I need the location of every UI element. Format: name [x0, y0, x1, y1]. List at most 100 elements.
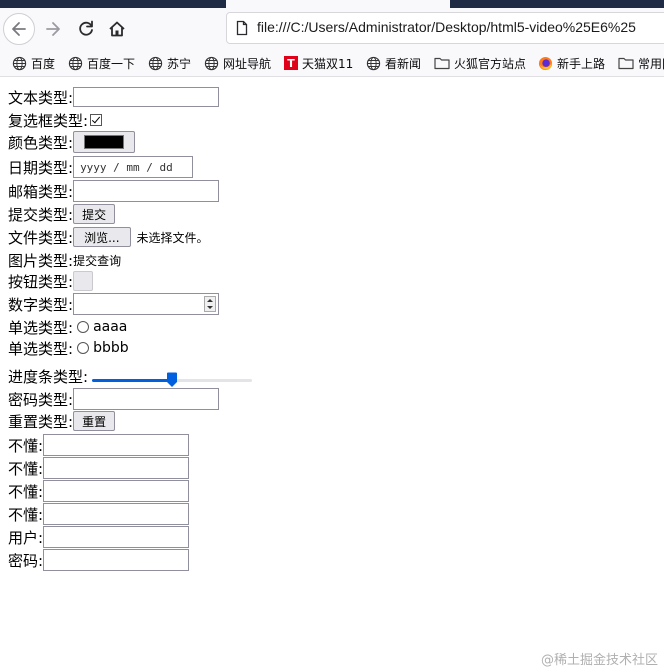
radio-label: 单选类型:: [8, 339, 74, 358]
watermark: @稀土掘金技术社区: [540, 653, 658, 668]
unknown-input-3[interactable]: [43, 480, 190, 502]
radio-aaaa[interactable]: [77, 321, 90, 333]
globe-icon: [12, 56, 27, 70]
user-label: 用户:: [8, 528, 44, 547]
radio-label: 单选类型:: [8, 318, 74, 337]
folder-icon: [618, 57, 634, 70]
email-input[interactable]: [73, 180, 220, 202]
radio-text: bbbb: [93, 340, 129, 356]
password-input[interactable]: [73, 388, 220, 410]
forward-arrow-icon: [46, 22, 60, 36]
unknown-label: 不懂:: [8, 459, 44, 478]
globe-icon: [366, 56, 381, 70]
number-row: 数字类型:: [8, 293, 220, 315]
user-input[interactable]: [43, 526, 190, 548]
checkbox-label: 复选框类型:: [8, 111, 89, 130]
extra-row-3: 不懂:: [8, 480, 190, 502]
page-icon: [236, 20, 248, 36]
text-input[interactable]: [73, 87, 220, 107]
range-row: 进度条类型:: [8, 365, 253, 388]
file-status: 未选择文件。: [136, 230, 209, 245]
second-password-input[interactable]: [43, 549, 190, 571]
button-row: 按钮类型:: [8, 270, 94, 292]
extra-row-1: 不懂:: [8, 434, 190, 456]
bookmark-getting-started[interactable]: 新手上路: [538, 54, 605, 72]
url-text: file:///C:/Users/Administrator/Desktop/h…: [257, 19, 636, 35]
file-row: 文件类型: 浏览... 未选择文件。: [8, 226, 209, 248]
bookmark-label: 百度一下: [87, 56, 136, 71]
radio-bbbb[interactable]: [77, 342, 90, 354]
reload-icon: [79, 20, 93, 36]
active-tab[interactable]: [226, 0, 450, 8]
radio-row-1: 单选类型: aaaa: [8, 316, 127, 338]
email-label: 邮箱类型:: [8, 182, 74, 201]
bookmark-news[interactable]: 看新闻: [366, 54, 421, 72]
number-input[interactable]: [73, 293, 220, 315]
back-arrow-icon: [12, 22, 26, 36]
bookmark-label: 网址导航: [223, 56, 272, 71]
bookmark-label: 看新闻: [385, 56, 422, 71]
bookmark-label: 苏宁: [167, 56, 192, 71]
bookmark-nav-site[interactable]: 网址导航: [204, 54, 271, 72]
globe-icon: [68, 56, 83, 70]
unknown-input-4[interactable]: [43, 503, 190, 525]
home-button[interactable]: [101, 13, 133, 45]
bookmark-label: 火狐官方站点: [454, 56, 527, 71]
firefox-icon: [538, 56, 553, 70]
unknown-input-1[interactable]: [43, 434, 190, 456]
password-label: 密码类型:: [8, 390, 74, 409]
home-icon: [109, 21, 125, 37]
bookmark-tmall[interactable]: T 天猫双11: [284, 54, 353, 72]
unknown-input-2[interactable]: [43, 457, 190, 479]
date-input[interactable]: yyyy / mm / dd: [73, 156, 194, 178]
browse-button[interactable]: 浏览...: [73, 227, 131, 247]
file-label: 文件类型:: [8, 228, 74, 247]
bookmark-label: 百度: [31, 56, 56, 71]
number-label: 数字类型:: [8, 295, 74, 314]
navigation-toolbar: file:///C:/Users/Administrator/Desktop/h…: [0, 8, 664, 50]
second-password-row: 密码:: [8, 549, 190, 571]
user-row: 用户:: [8, 526, 190, 548]
reload-button[interactable]: [70, 13, 102, 45]
bookmark-baidu[interactable]: 百度: [12, 54, 55, 72]
date-row: 日期类型: yyyy / mm / dd: [8, 156, 194, 178]
reset-button[interactable]: 重置: [73, 411, 116, 431]
extra-row-4: 不懂:: [8, 503, 190, 525]
number-spinner[interactable]: [204, 296, 217, 312]
title-bar: [0, 0, 664, 8]
reset-label: 重置类型:: [8, 412, 74, 431]
globe-icon: [148, 56, 163, 70]
bookmark-common-sites[interactable]: 常用网: [618, 54, 664, 72]
back-button[interactable]: [3, 13, 35, 45]
color-picker[interactable]: [73, 131, 136, 153]
bookmark-suning[interactable]: 苏宁: [148, 54, 191, 72]
tmall-icon: T: [284, 56, 298, 70]
checkbox-input[interactable]: [90, 114, 103, 126]
text-label: 文本类型:: [8, 88, 74, 107]
reset-row: 重置类型: 重置: [8, 410, 116, 432]
radio-text: aaaa: [93, 319, 128, 335]
submit-row: 提交类型: 提交: [8, 203, 116, 225]
bookmark-firefox-official[interactable]: 火狐官方站点: [434, 54, 526, 72]
range-label: 进度条类型:: [8, 367, 89, 386]
second-password-label: 密码:: [8, 551, 44, 570]
bookmark-label: 常用网: [638, 56, 664, 71]
color-swatch: [84, 135, 125, 149]
bookmark-label: 新手上路: [557, 56, 606, 71]
empty-button[interactable]: [73, 271, 94, 291]
range-fill: [92, 379, 173, 382]
image-row: 图片类型: 提交查询: [8, 249, 121, 271]
range-slider[interactable]: [92, 366, 253, 388]
bookmark-baidu-search[interactable]: 百度一下: [68, 54, 135, 72]
forward-button[interactable]: [37, 13, 69, 45]
image-label: 图片类型:: [8, 251, 74, 270]
submit-button[interactable]: 提交: [73, 204, 116, 224]
image-submit[interactable]: 提交查询: [73, 252, 121, 269]
unknown-label: 不懂:: [8, 436, 44, 455]
address-bar[interactable]: file:///C:/Users/Administrator/Desktop/h…: [226, 12, 664, 44]
unknown-label: 不懂:: [8, 505, 44, 524]
color-row: 颜色类型:: [8, 131, 136, 153]
range-thumb[interactable]: [166, 372, 178, 388]
radio-row-2: 单选类型: bbbb: [8, 337, 129, 359]
email-row: 邮箱类型:: [8, 180, 220, 202]
